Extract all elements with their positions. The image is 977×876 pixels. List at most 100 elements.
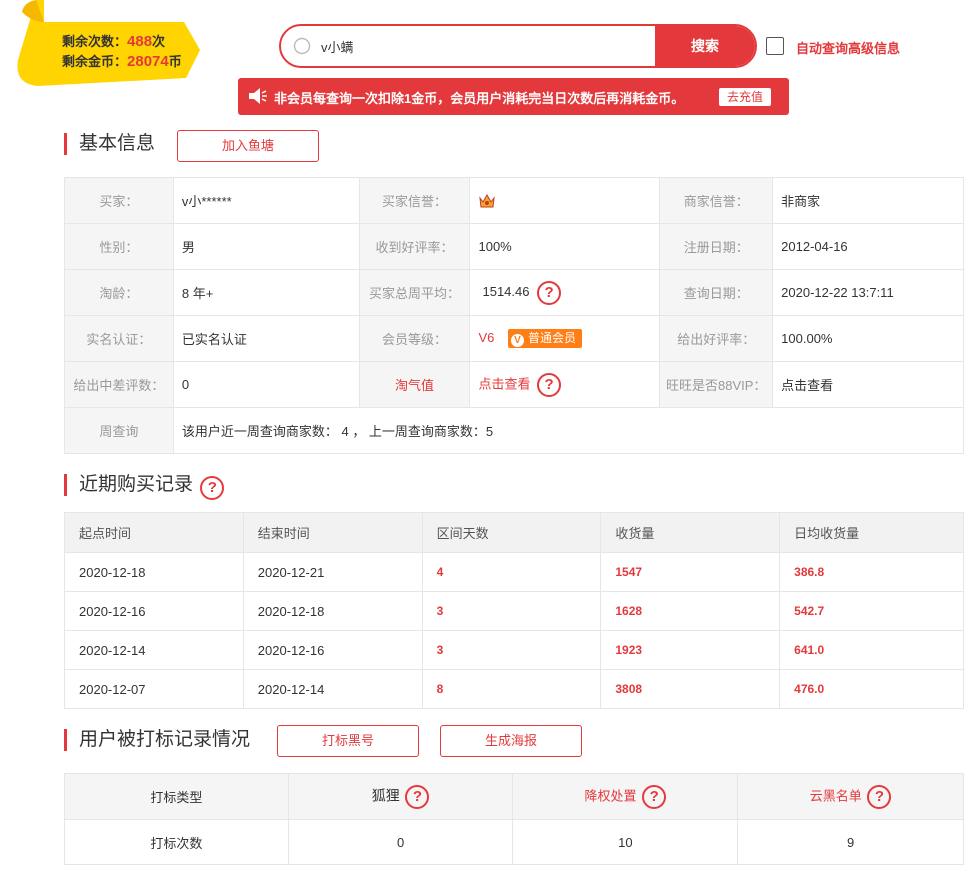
daily-avg: 476.0 xyxy=(779,669,964,709)
table-row: 2020-12-18 2020-12-21 4 1547 386.8 xyxy=(64,552,964,592)
member-level-cell: V6 V 普通会员 xyxy=(469,315,661,362)
basic-info-table: 买家： v小****** 买家信誉： 商家信誉： 非商家 性别： 男 收到好评率… xyxy=(64,177,965,454)
naughty-value-cell: 点击查看 ? xyxy=(469,361,661,408)
buyer-value: v小****** xyxy=(172,177,360,224)
remaining-coins: 剩余金币：28074币 xyxy=(62,53,182,70)
table-row: 实名认证： 已实名认证 会员等级： V6 V 普通会员 给出好评率： 100.00… xyxy=(64,315,964,362)
demotion-count[interactable]: 10 xyxy=(512,819,739,865)
query-date-label: 查询日期： xyxy=(659,269,774,316)
table-row: 周查询 该用户近一周查询商家数： 4 ， 上一周查询商家数：5 xyxy=(64,407,965,454)
days: 4 xyxy=(421,552,602,592)
member-level-value: V6 xyxy=(478,329,495,345)
buyer-label: 买家： xyxy=(64,177,174,224)
end-time: 2020-12-14 xyxy=(242,669,423,709)
add-pond-button[interactable]: 加入鱼塘 xyxy=(177,130,319,162)
end-time: 2020-12-18 xyxy=(242,591,423,631)
search-input[interactable] xyxy=(321,26,651,66)
gender-value: 男 xyxy=(172,223,360,270)
table-row: 淘龄： 8 年+ 买家总周平均： 1514.46 ? 查询日期： 2020-12… xyxy=(64,269,964,316)
col-daily-avg: 日均收货量 xyxy=(779,512,964,553)
taobao-age-value: 8 年+ xyxy=(172,269,360,316)
col-fox: 狐狸 ? xyxy=(287,773,514,820)
daily-avg: 386.8 xyxy=(779,552,964,592)
received: 1923 xyxy=(600,630,781,670)
col-received: 收货量 xyxy=(600,512,781,553)
purchase-table: 起点时间 结束时间 区间天数 收货量 日均收货量 2020-12-18 2020… xyxy=(64,512,964,709)
realname-value: 已实名认证 xyxy=(172,315,360,362)
generate-poster-button[interactable]: 生成海报 xyxy=(440,725,582,757)
help-icon[interactable]: ? xyxy=(537,280,562,305)
table-row: 给出中差评数： 0 淘气值 点击查看 ? 旺旺是否88VIP： 点击查看 xyxy=(64,361,964,408)
notice-text: 非会员每查询一次扣除1金币，会员用户消耗完当日次数后再消耗金币。 xyxy=(274,91,685,106)
given-rating-label: 给出好评率： xyxy=(659,315,774,362)
buyer-credit-label: 买家信誉： xyxy=(358,177,471,224)
col-start-time: 起点时间 xyxy=(64,512,244,553)
remaining-count: 剩余次数：488次 xyxy=(62,33,166,50)
table-row: 2020-12-07 2020-12-14 8 3808 476.0 xyxy=(64,669,964,709)
col-days: 区间天数 xyxy=(421,512,602,553)
days: 3 xyxy=(421,591,602,631)
weekly-query-label: 周查询 xyxy=(64,407,174,454)
marks-title: 用户被打标记录情况 xyxy=(64,729,250,751)
col-end-time: 结束时间 xyxy=(242,512,423,553)
help-icon[interactable]: ? xyxy=(200,476,225,500)
table-row: 2020-12-16 2020-12-18 3 1628 542.7 xyxy=(64,591,964,631)
crown-icon xyxy=(479,193,496,208)
received: 3808 xyxy=(600,669,781,709)
buyer-credit-value xyxy=(469,177,661,224)
table-row: 2020-12-14 2020-12-16 3 1923 641.0 xyxy=(64,630,964,670)
cloud-blacklist-count[interactable]: 9 xyxy=(737,819,964,865)
naughty-value-link[interactable]: 点击查看 xyxy=(478,376,530,391)
col-demotion: 降权处置 ? xyxy=(512,773,739,820)
col-cloud-blacklist: 云黑名单 ? xyxy=(737,773,964,820)
weekly-average-value: 1514.46 xyxy=(482,283,530,299)
auto-query-label[interactable]: 自动查询高级信息 xyxy=(796,38,900,57)
help-icon[interactable]: ? xyxy=(405,784,430,809)
marks-table: 打标类型 狐狸 ? 降权处置 ? 云黑名单 ? 打标次数 0 10 9 xyxy=(64,773,964,865)
recharge-button[interactable]: 去充值 xyxy=(719,88,771,106)
register-date-label: 注册日期： xyxy=(659,223,774,270)
start-time: 2020-12-18 xyxy=(64,552,244,592)
mark-blacklist-button[interactable]: 打标黑号 xyxy=(277,725,419,757)
naughty-value-label: 淘气值 xyxy=(358,361,471,408)
table-row: 买家： v小****** 买家信誉： 商家信誉： 非商家 xyxy=(64,177,964,224)
gender-label: 性别： xyxy=(64,223,174,270)
end-time: 2020-12-21 xyxy=(242,552,423,592)
received: 1547 xyxy=(600,552,781,592)
daily-avg: 542.7 xyxy=(779,591,964,631)
vip88-label: 旺旺是否88VIP： xyxy=(659,361,774,408)
search-bar: 搜索 xyxy=(279,24,757,68)
start-time: 2020-12-14 xyxy=(64,630,244,670)
negative-count-value: 0 xyxy=(172,361,360,408)
table-header-row: 打标类型 狐狸 ? 降权处置 ? 云黑名单 ? xyxy=(64,773,964,820)
megaphone-icon xyxy=(249,88,267,104)
auto-query-checkbox[interactable] xyxy=(766,37,784,55)
member-level-label: 会员等级： xyxy=(358,315,471,362)
days: 3 xyxy=(421,630,602,670)
realname-label: 实名认证： xyxy=(64,315,174,362)
vip88-link[interactable]: 点击查看 xyxy=(772,361,964,408)
help-icon[interactable]: ? xyxy=(537,372,562,397)
merchant-credit-value: 非商家 xyxy=(772,177,964,224)
notice-bar: 非会员每查询一次扣除1金币，会员用户消耗完当日次数后再消耗金币。 去充值 xyxy=(238,78,789,115)
search-icon xyxy=(293,37,311,55)
table-header-row: 起点时间 结束时间 区间天数 收货量 日均收货量 xyxy=(64,512,964,553)
given-rating-value: 100.00% xyxy=(772,315,964,362)
help-icon[interactable]: ? xyxy=(867,784,892,809)
days: 8 xyxy=(421,669,602,709)
query-date-value: 2020-12-22 13:7:11 xyxy=(772,269,964,316)
start-time: 2020-12-07 xyxy=(64,669,244,709)
end-time: 2020-12-16 xyxy=(242,630,423,670)
merchant-credit-label: 商家信誉： xyxy=(659,177,774,224)
start-time: 2020-12-16 xyxy=(64,591,244,631)
search-button[interactable]: 搜索 xyxy=(655,26,755,66)
taobao-age-label: 淘龄： xyxy=(64,269,174,316)
daily-avg: 641.0 xyxy=(779,630,964,670)
table-row: 性别： 男 收到好评率： 100% 注册日期： 2012-04-16 xyxy=(64,223,964,270)
received-rating-label: 收到好评率： xyxy=(358,223,471,270)
vip-badge: V 普通会员 xyxy=(508,329,583,348)
weekly-average-cell: 1514.46 ? xyxy=(469,269,661,316)
help-icon[interactable]: ? xyxy=(642,784,667,809)
table-row: 打标次数 0 10 9 xyxy=(64,819,964,865)
negative-count-label: 给出中差评数： xyxy=(64,361,174,408)
